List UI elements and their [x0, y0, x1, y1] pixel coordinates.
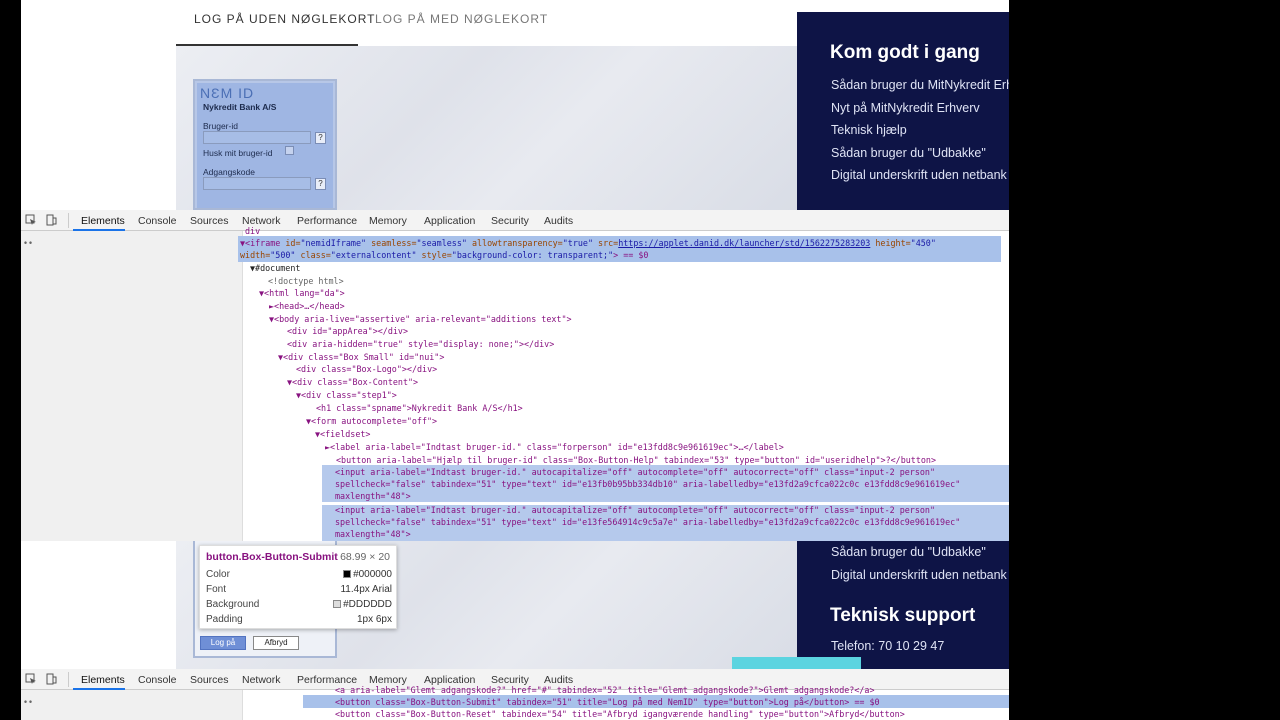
devtools-tab-security[interactable]: Security	[491, 215, 529, 227]
sidebar-get-started: Kom godt i gang Sådan bruger du MitNykre…	[797, 12, 1009, 210]
dom-line-iframe[interactable]: ▼<iframe id="nemidIframe" seamless="seam…	[240, 237, 936, 249]
inspect-element-icon[interactable]	[25, 214, 37, 226]
sidebar-link-outbox[interactable]: Sådan bruger du "Udbakke"	[831, 146, 986, 160]
password-help-button[interactable]: ?	[315, 178, 326, 190]
dom-line-form[interactable]: ▼<form autocomplete="off">	[306, 415, 437, 427]
active-tab-underline	[176, 44, 358, 46]
dom-line-h1-spname[interactable]: <h1 class="spname">Nykredit Bank A/S</h1…	[316, 402, 523, 414]
sidebar-lower: Sådan bruger du "Udbakke" Digital unders…	[797, 541, 1009, 669]
remember-userid-label: Husk mit bruger-id	[203, 148, 273, 158]
dom-line-input-2c[interactable]: maxlength="48">	[335, 528, 411, 540]
dom-line-step1[interactable]: ▼<div class="step1">	[296, 389, 397, 401]
background-swatch-icon	[333, 600, 342, 609]
devtools-elements-panel-bottom: •• <a aria-label="Glemt adgangskode?" hr…	[21, 685, 1009, 720]
tooltip-size: 68.99 × 20	[340, 551, 390, 563]
devtools-tab-application[interactable]: Application	[424, 215, 475, 227]
sidebar-link-how-to-use[interactable]: Sådan bruger du MitNykredit Erhverv	[831, 78, 1009, 92]
dom-line-box-small[interactable]: ▼<div class="Box Small" id="nui">	[278, 351, 444, 363]
userid-help-button[interactable]: ?	[315, 132, 326, 144]
remember-userid-checkbox[interactable]	[285, 146, 294, 155]
tooltip-row-padding: Padding 1px 6px	[206, 614, 392, 625]
tab-log-pa-uden-noglekort[interactable]: LOG PÅ UDEN NØGLEKORT	[194, 12, 375, 26]
dom-line-box-content[interactable]: ▼<div class="Box-Content">	[287, 376, 418, 388]
devtools-tab-memory[interactable]: Memory	[369, 215, 407, 227]
dom-line-iframe-cont[interactable]: width="500" class="externalcontent" styl…	[240, 249, 648, 261]
devtools-toolbar: Elements Console Sources Network Perform…	[21, 210, 1009, 231]
screenshot-stage: LOG PÅ UDEN NØGLEKORT LOG PÅ MED NØGLEKO…	[0, 0, 1280, 720]
dom-line-head[interactable]: ►<head>…</head>	[269, 300, 345, 312]
devtools-tab-elements[interactable]: Elements	[81, 215, 125, 227]
device-toolbar-icon[interactable]	[45, 673, 57, 685]
cyan-feedback-tab[interactable]	[732, 657, 861, 669]
devtools-tab-performance[interactable]: Performance	[297, 215, 357, 227]
color-swatch-icon	[343, 570, 352, 579]
gutter-ellipsis: ••	[23, 238, 34, 248]
nemid-logo: NƐM ID	[200, 85, 255, 101]
nemid-bank-name: Nykredit Bank A/S	[203, 102, 277, 112]
tooltip-row-background: Background #DDDDDD	[206, 599, 392, 610]
dom-line-input-1a[interactable]: <input aria-label="Indtast bruger-id." a…	[335, 466, 935, 478]
login-tab-bar: LOG PÅ UDEN NØGLEKORT LOG PÅ MED NØGLEKO…	[21, 0, 797, 46]
dom-line-label[interactable]: ►<label aria-label="Indtast bruger-id." …	[325, 441, 784, 453]
dom-line-reset-button[interactable]: <button class="Box-Button-Reset" tabinde…	[335, 708, 905, 720]
devtools-tab-elements[interactable]: Elements	[81, 674, 125, 686]
login-button[interactable]: Log på	[200, 636, 246, 650]
tab-log-pa-med-noglekort[interactable]: LOG PÅ MED NØGLEKORT	[375, 12, 548, 26]
support-title: Teknisk support	[830, 605, 976, 626]
devtools-tab-console[interactable]: Console	[138, 674, 177, 686]
sidebar-link-digital-signature[interactable]: Digital underskrift uden netbank	[831, 168, 1007, 182]
sidebar-link-tech-help[interactable]: Teknisk hjælp	[831, 123, 907, 137]
devtools-tab-network[interactable]: Network	[242, 674, 281, 686]
dom-line-html[interactable]: ▼<html lang="da">	[259, 287, 345, 299]
dom-line-input-2b[interactable]: spellcheck="false" tabindex="51" type="t…	[335, 516, 960, 528]
cancel-button[interactable]: Afbryd	[253, 636, 299, 650]
devtools-tab-audits[interactable]: Audits	[544, 215, 573, 227]
sidebar-link-news[interactable]: Nyt på MitNykredit Erhverv	[831, 101, 980, 115]
elements-gutter-bottom	[21, 690, 243, 720]
toolbar-separator	[68, 213, 69, 228]
toolbar-separator	[68, 672, 69, 687]
sidebar-link-digital-signature-lower[interactable]: Digital underskrift uden netbank	[831, 568, 1007, 582]
devtools-tab-sources[interactable]: Sources	[190, 674, 229, 686]
dom-line-fieldset[interactable]: ▼<fieldset>	[315, 428, 370, 440]
userid-input[interactable]	[203, 131, 311, 144]
tooltip-row-color: Color #000000	[206, 569, 392, 580]
support-phone[interactable]: Telefon: 70 10 29 47	[831, 639, 944, 653]
password-input[interactable]	[203, 177, 311, 190]
gutter-ellipsis: ••	[23, 697, 34, 707]
dom-line-input-1b[interactable]: spellcheck="false" tabindex="51" type="t…	[335, 478, 960, 490]
dom-line-doctype[interactable]: <!doctype html>	[268, 275, 344, 287]
iframe-src-link: https://applet.danid.dk/launcher/std/156…	[618, 238, 871, 248]
dom-line-input-1c[interactable]: maxlength="48">	[335, 490, 411, 502]
dom-line-box-logo[interactable]: <div class="Box-Logo"></div>	[296, 363, 437, 375]
inspect-element-icon[interactable]	[25, 673, 37, 685]
nemid-login-box: NƐM ID Nykredit Bank A/S Bruger-id ? Hus…	[193, 79, 337, 210]
dom-line-apparea[interactable]: <div id="appArea"></div>	[287, 325, 408, 337]
nemid-inner-highlight: NƐM ID Nykredit Bank A/S Bruger-id ? Hus…	[197, 83, 333, 208]
dom-line-document[interactable]: ▼#document	[250, 262, 300, 274]
dom-line-submit-button[interactable]: <button class="Box-Button-Submit" tabind…	[335, 696, 880, 708]
inspect-tooltip: button.Box-Button-Submit 68.99 × 20 Colo…	[199, 545, 397, 629]
password-label: Adgangskode	[203, 167, 255, 177]
tooltip-selector: button.Box-Button-Submit	[206, 551, 338, 563]
device-toolbar-icon[interactable]	[45, 214, 57, 226]
userid-label: Bruger-id	[203, 121, 238, 131]
devtools-tab-console[interactable]: Console	[138, 215, 177, 227]
dom-line-hidden-div[interactable]: <div aria-hidden="true" style="display: …	[287, 338, 554, 350]
devtools-elements-panel: •• div ▼<iframe id="nemidIframe" seamles…	[21, 226, 1009, 541]
tooltip-row-font: Font 11.4px Arial	[206, 584, 392, 595]
devtools-tab-sources[interactable]: Sources	[190, 215, 229, 227]
dom-line-body[interactable]: ▼<body aria-live="assertive" aria-releva…	[269, 313, 572, 325]
elements-gutter	[21, 231, 243, 541]
dom-line-input-2a[interactable]: <input aria-label="Indtast bruger-id." a…	[335, 504, 935, 516]
browser-canvas: LOG PÅ UDEN NØGLEKORT LOG PÅ MED NØGLEKO…	[21, 0, 1009, 720]
sidebar-link-outbox-lower[interactable]: Sådan bruger du "Udbakke"	[831, 545, 986, 559]
sidebar-title: Kom godt i gang	[830, 42, 980, 63]
